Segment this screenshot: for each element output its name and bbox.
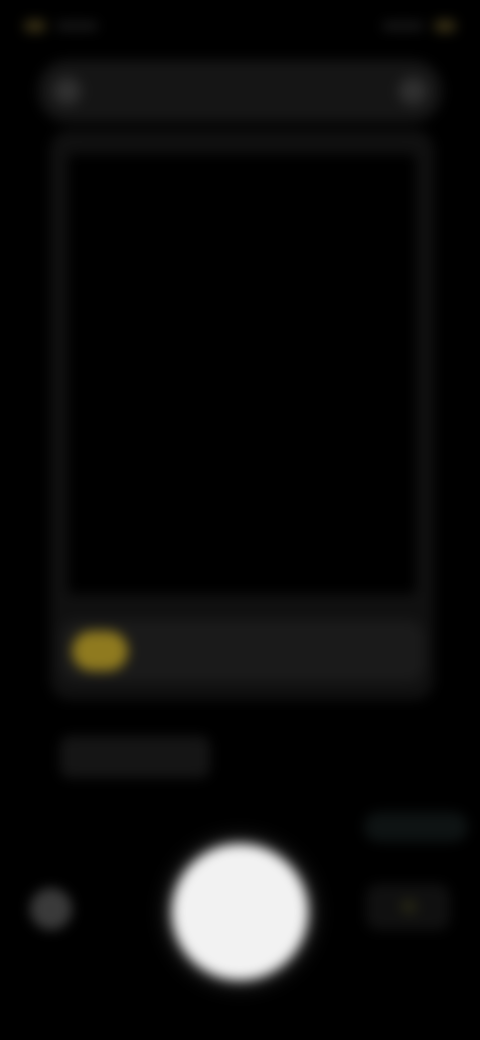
switch-camera-icon[interactable]: ⟲ — [366, 884, 450, 930]
status-indicator-right — [434, 20, 456, 32]
camera-screen: ‹ ⋯ ⟲ — [0, 0, 480, 1040]
status-text-right — [382, 22, 424, 30]
camera-viewfinder[interactable] — [68, 154, 416, 594]
caption-box — [60, 736, 210, 778]
back-icon[interactable]: ‹ — [52, 76, 82, 106]
status-right — [382, 20, 456, 32]
shutter-button[interactable] — [172, 844, 308, 980]
gallery-icon[interactable] — [30, 888, 72, 930]
detect-indicator — [72, 631, 128, 671]
more-icon[interactable]: ⋯ — [398, 76, 428, 106]
top-toolbar: ‹ ⋯ — [38, 60, 442, 122]
status-left — [24, 20, 98, 32]
status-bar — [24, 12, 456, 40]
mode-pill[interactable] — [364, 812, 468, 842]
viewfinder-card — [50, 130, 434, 700]
status-text-left — [56, 22, 98, 30]
status-indicator-left — [24, 20, 46, 32]
detection-bar — [60, 620, 424, 682]
